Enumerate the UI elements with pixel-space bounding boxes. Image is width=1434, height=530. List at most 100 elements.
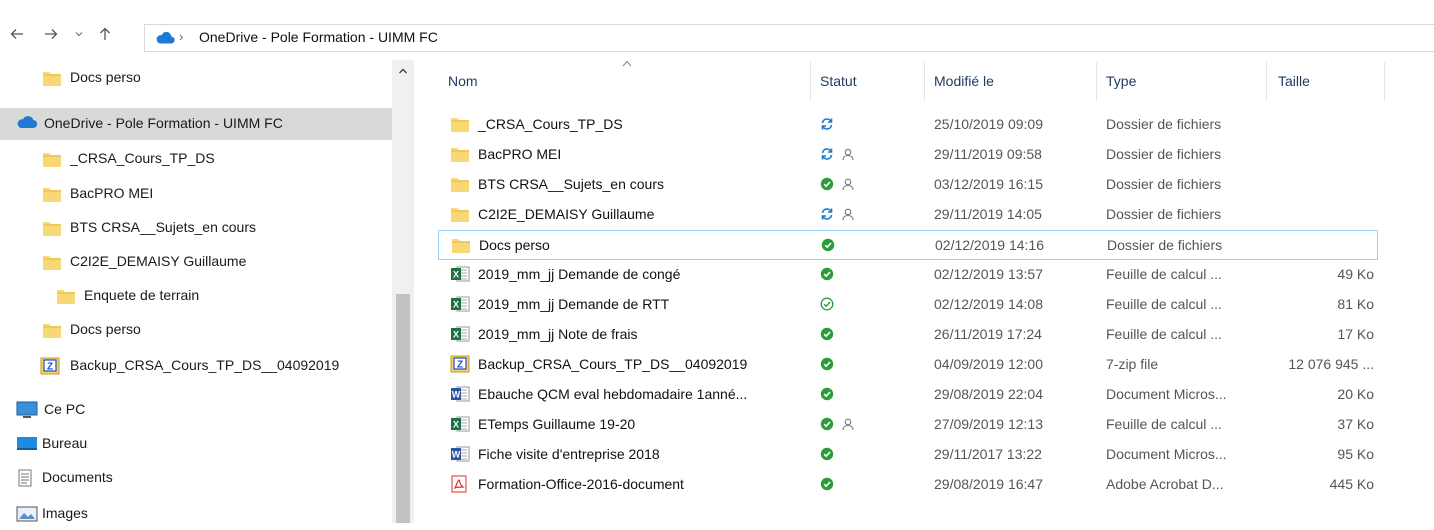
pdf-icon [450,475,468,496]
sidebar-item[interactable]: Z Backup_CRSA_Cours_TP_DS__04092019 [0,350,392,382]
available-status-icon [821,238,835,255]
column-divider[interactable] [810,62,811,100]
sidebar-item[interactable]: Docs perso [0,314,392,346]
file-row[interactable]: X 2019_mm_jj Demande de congé 02/12/2019 1… [438,260,1378,290]
file-name: 2019_mm_jj Note de frais [478,326,638,342]
column-divider[interactable] [924,62,925,100]
folder-icon [42,219,62,240]
column-header-row: Nom Statut Modifié le Type Taille [436,60,1434,104]
sidebar-item[interactable]: Documents [0,462,392,494]
address-path-box[interactable]: › OneDrive - Pole Formation - UIMM FC [144,24,1434,52]
available-online-status-icon [820,297,834,314]
available-status-icon [820,327,834,344]
file-row[interactable]: Z Backup_CRSA_Cours_TP_DS__04092019 04/09/… [438,350,1378,380]
column-divider[interactable] [1266,62,1267,100]
file-modified-date: 29/11/2017 13:22 [934,446,1042,462]
column-header-name[interactable]: Nom [448,73,478,89]
file-modified-date: 03/12/2019 16:15 [934,176,1043,192]
word-icon: W [450,445,470,466]
sidebar-item-label: _CRSA_Cours_TP_DS [70,150,215,166]
column-header-type[interactable]: Type [1106,73,1136,89]
sidebar-item[interactable]: OneDrive - Pole Formation - UIMM FC [0,108,392,140]
file-type: Dossier de fichiers [1107,237,1223,253]
sidebar-item[interactable]: _CRSA_Cours_TP_DS [0,143,392,175]
file-row[interactable]: _CRSA_Cours_TP_DS 25/10/2019 09:09 Dossier… [438,110,1378,140]
sidebar-item[interactable]: Images [0,498,392,530]
file-name: _CRSA_Cours_TP_DS [478,116,623,132]
folder-icon [451,236,471,257]
file-row[interactable]: C2I2E_DEMAISY Guillaume 29/11/2019 14:05 D… [438,200,1378,230]
sidebar-item-label: C2I2E_DEMAISY Guillaume [70,253,247,269]
file-row[interactable]: BacPRO MEI 29/11/2019 09:58 Dossier de fic… [438,140,1378,170]
arrow-up-icon[interactable] [94,26,116,48]
sidebar-item[interactable]: C2I2E_DEMAISY Guillaume [0,246,392,278]
breadcrumb-separator: › [179,29,184,44]
sidebar-item-label: Backup_CRSA_Cours_TP_DS__04092019 [70,357,340,373]
available-status-icon [820,177,834,194]
file-name: C2I2E_DEMAISY Guillaume [478,206,655,222]
file-name: Fiche visite d'entreprise 2018 [478,446,660,462]
navigation-scrollbar[interactable] [392,60,414,523]
scroll-up-icon[interactable] [392,60,414,84]
file-row[interactable]: X 2019_mm_jj Demande de RTT 02/12/2019 14:… [438,290,1378,320]
sidebar-item[interactable]: Enquete de terrain [0,280,392,312]
breadcrumb-path[interactable]: OneDrive - Pole Formation - UIMM FC [199,29,438,45]
file-row[interactable]: Docs perso 02/12/2019 14:16 Dossier de fic… [438,230,1378,260]
scrollbar-thumb[interactable] [396,294,410,523]
file-type: Feuille de calcul ... [1106,416,1222,432]
column-header-modified[interactable]: Modifié le [934,73,994,89]
sidebar-item[interactable]: BacPRO MEI [0,178,392,210]
sidebar-item[interactable]: Ce PC [0,394,392,426]
excel-icon: X [450,415,470,436]
documents-icon [16,469,34,490]
column-divider[interactable] [1096,62,1097,100]
file-name: 2019_mm_jj Demande de RTT [478,296,670,312]
file-modified-date: 25/10/2019 09:09 [934,116,1043,132]
file-modified-date: 27/09/2019 12:13 [934,416,1043,432]
file-row[interactable]: BTS CRSA__Sujets_en cours 03/12/2019 16:1… [438,170,1378,200]
file-row[interactable]: W Fiche visite d'entreprise 2018 29/11/201… [438,440,1378,470]
file-modified-date: 29/11/2019 09:58 [934,146,1042,162]
folder-icon [42,150,62,171]
column-header-status[interactable]: Statut [820,73,857,89]
file-row[interactable]: X ETemps Guillaume 19-20 27/09/2019 12:13 F… [438,410,1378,440]
available-status-icon [820,387,834,404]
svg-text:Z: Z [47,362,53,373]
column-divider[interactable] [1384,62,1385,100]
file-size: 20 Ko [1337,386,1374,402]
file-name: Docs perso [479,237,550,253]
file-row[interactable]: X 2019_mm_jj Note de frais 26/11/2019 17:2… [438,320,1378,350]
available-status-icon [820,477,834,494]
file-name: ETemps Guillaume 19-20 [478,416,636,432]
file-row[interactable]: W Ebauche QCM eval hebdomadaire 1anné... 2… [438,380,1378,410]
folder-icon [42,185,62,206]
zip-icon: Z [40,357,60,378]
file-type: Document Micros... [1106,386,1227,402]
sidebar-item[interactable]: BTS CRSA__Sujets_en cours [0,212,392,244]
file-type: Feuille de calcul ... [1106,326,1222,342]
chevron-down-icon[interactable] [68,26,90,48]
sidebar-item-label: OneDrive - Pole Formation - UIMM FC [44,115,283,131]
address-bar: › OneDrive - Pole Formation - UIMM FC [0,22,1434,52]
sidebar-item[interactable]: Docs perso [0,62,392,94]
file-modified-date: 02/12/2019 14:08 [934,296,1043,312]
folder-icon [42,69,62,90]
sidebar-item-label: Images [42,505,88,521]
file-size: 37 Ko [1337,416,1374,432]
sidebar-item-label: BTS CRSA__Sujets_en cours [70,219,256,235]
column-header-size[interactable]: Taille [1278,73,1310,89]
file-type: Dossier de fichiers [1106,146,1222,162]
file-row[interactable]: Formation-Office-2016-document 29/08/2019… [438,470,1378,500]
file-name: BacPRO MEI [478,146,562,162]
cloud-icon [155,31,175,47]
sidebar-item[interactable]: Bureau [0,428,392,460]
zip-icon: Z [450,355,470,376]
file-modified-date: 02/12/2019 14:16 [935,237,1044,253]
cloud-icon [16,115,38,132]
file-name: Backup_CRSA_Cours_TP_DS__04092019 [478,356,748,372]
available-status-icon [820,357,834,374]
file-modified-date: 02/12/2019 13:57 [934,266,1043,282]
file-modified-date: 26/11/2019 17:24 [934,326,1042,342]
arrow-left-icon[interactable] [6,26,28,48]
arrow-right-icon[interactable] [40,26,62,48]
